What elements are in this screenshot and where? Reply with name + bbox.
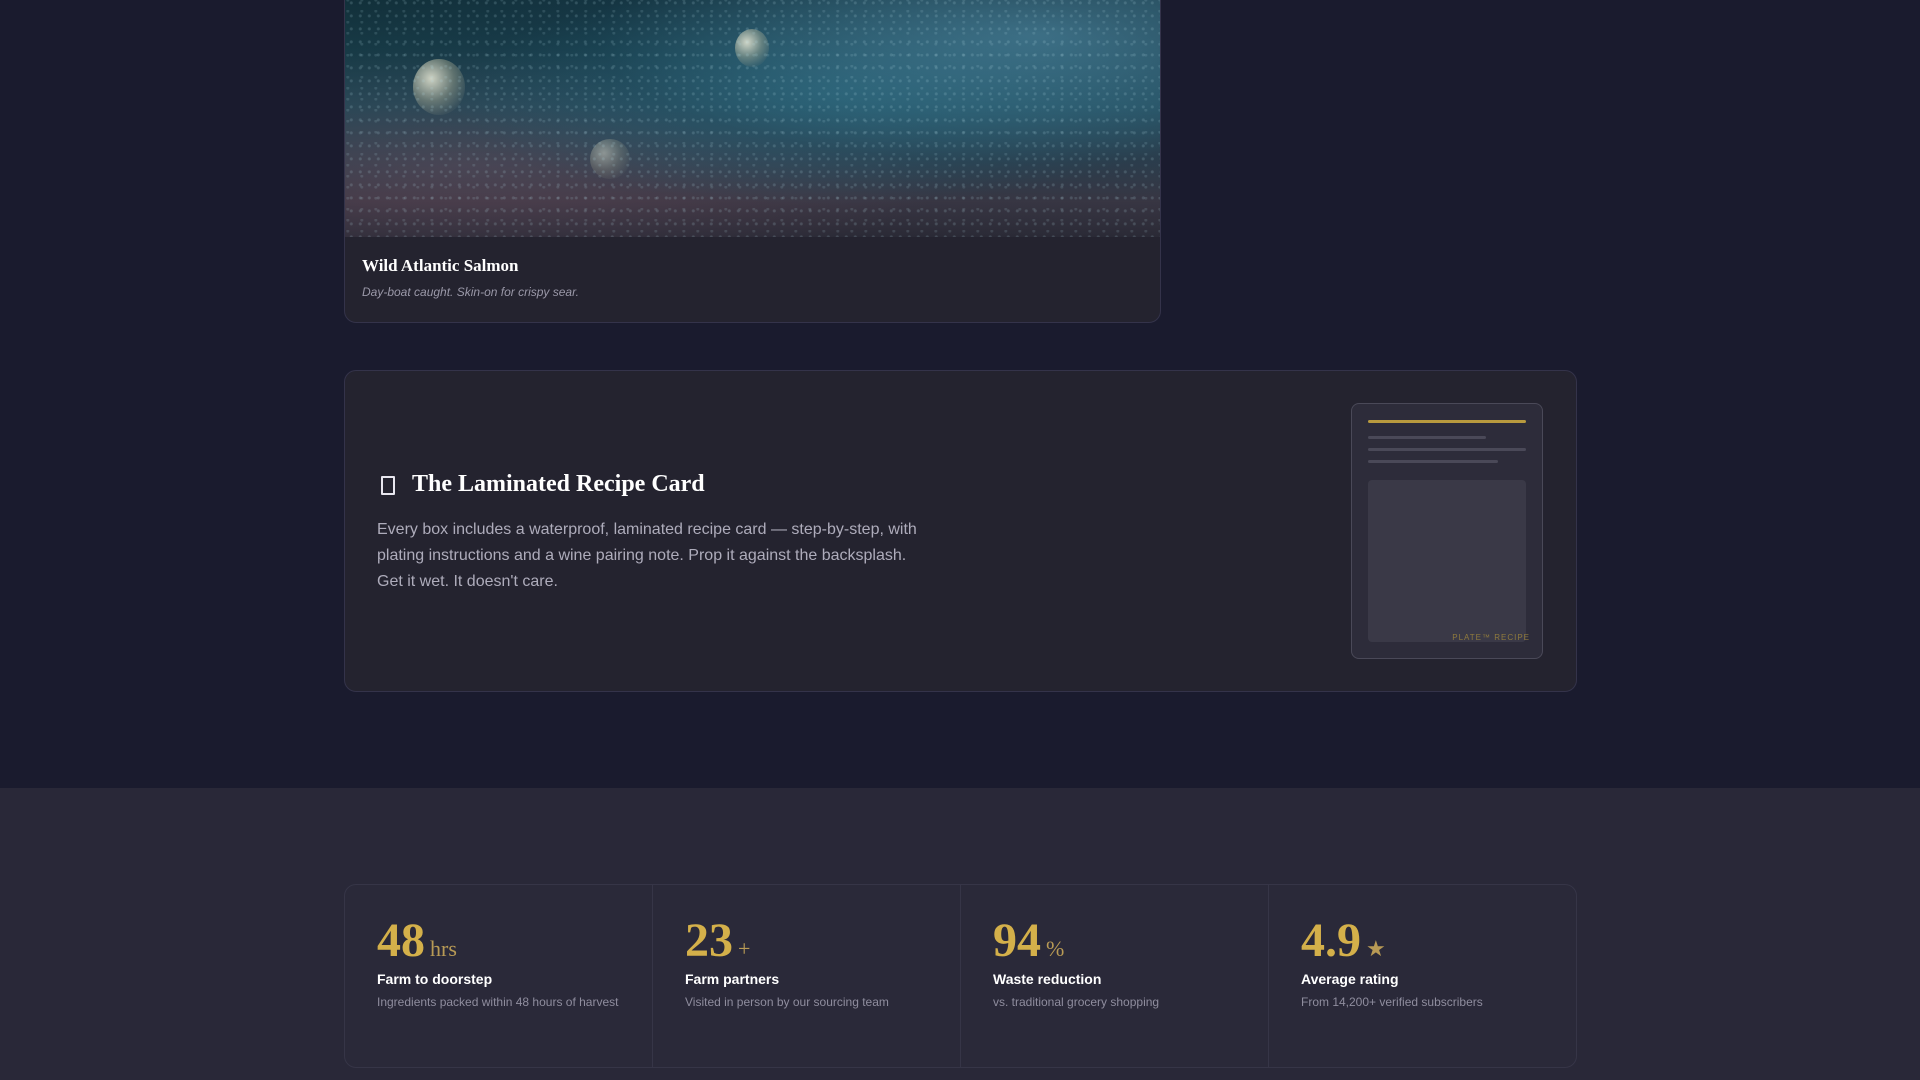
recipe-card-brand: PLATE™ RECIPE	[1452, 633, 1530, 642]
stat-farm-to-doorstep: 48 hrs Farm to doorstep Ingredients packe…	[345, 885, 653, 1067]
water-droplet	[735, 29, 769, 67]
stat-unit: hrs	[430, 936, 457, 961]
stat-caption: Visited in person by our sourcing team	[685, 995, 889, 1009]
stat-label: Average rating	[1301, 971, 1399, 987]
water-droplet	[413, 59, 465, 115]
recipe-card-text-line	[1368, 460, 1498, 463]
stat-value: 4.9 ★	[1301, 913, 1386, 968]
stat-value: 94%	[993, 913, 1064, 968]
stats-row: 48 hrs Farm to doorstep Ingredients packe…	[344, 884, 1577, 1068]
salmon-photo	[345, 0, 1160, 237]
stat-number: 4.9	[1301, 914, 1361, 967]
stat-average-rating: 4.9 ★ Average rating From 14,200+ verifie…	[1269, 885, 1576, 1067]
stat-waste-reduction: 94% Waste reduction vs. traditional groc…	[961, 885, 1269, 1067]
stats-section: 48 hrs Farm to doorstep Ingredients packe…	[0, 788, 1920, 1080]
stat-caption: vs. traditional grocery shopping	[993, 995, 1160, 1009]
product-description: Day-boat caught. Skin-on for crispy sear…	[362, 285, 579, 299]
recipe-card-text-line	[1368, 436, 1486, 439]
stat-value: 48 hrs	[377, 913, 457, 968]
feature-description: Every box includes a waterproof, laminat…	[377, 521, 917, 590]
recipe-card-text-line	[1368, 448, 1526, 451]
stat-farm-partners: 23 + Farm partners Visited in person by o…	[653, 885, 961, 1067]
book-icon	[381, 476, 395, 495]
stat-label: Farm partners	[685, 971, 780, 987]
feature-title: The Laminated Recipe Card	[412, 471, 705, 497]
stat-label: Farm to doorstep	[377, 971, 493, 987]
page: Wild Atlantic Salmon Day-boat caught. Sk…	[0, 0, 1920, 1080]
product-title: Wild Atlantic Salmon	[362, 256, 519, 275]
stat-number: 48	[377, 914, 425, 967]
stat-caption: Ingredients packed within 48 hours of ha…	[377, 995, 619, 1009]
recipe-card-feature: The Laminated Recipe Card Every box incl…	[344, 370, 1577, 692]
stat-caption: From 14,200+ verified subscribers	[1301, 995, 1483, 1009]
water-droplet	[590, 139, 630, 179]
recipe-card-photo-placeholder	[1368, 480, 1526, 642]
star-icon: ★	[1366, 936, 1386, 961]
stat-number: 23	[685, 914, 733, 967]
recipe-card-header-line	[1368, 420, 1526, 423]
stat-unit: +	[738, 936, 751, 961]
stat-label: Waste reduction	[993, 971, 1102, 987]
stat-number: 94	[993, 914, 1041, 967]
stat-value: 23 +	[685, 913, 750, 968]
recipe-card-illustration: PLATE™ RECIPE	[1351, 403, 1543, 659]
stat-unit: %	[1046, 936, 1065, 961]
product-card[interactable]: Wild Atlantic Salmon Day-boat caught. Sk…	[344, 0, 1161, 323]
